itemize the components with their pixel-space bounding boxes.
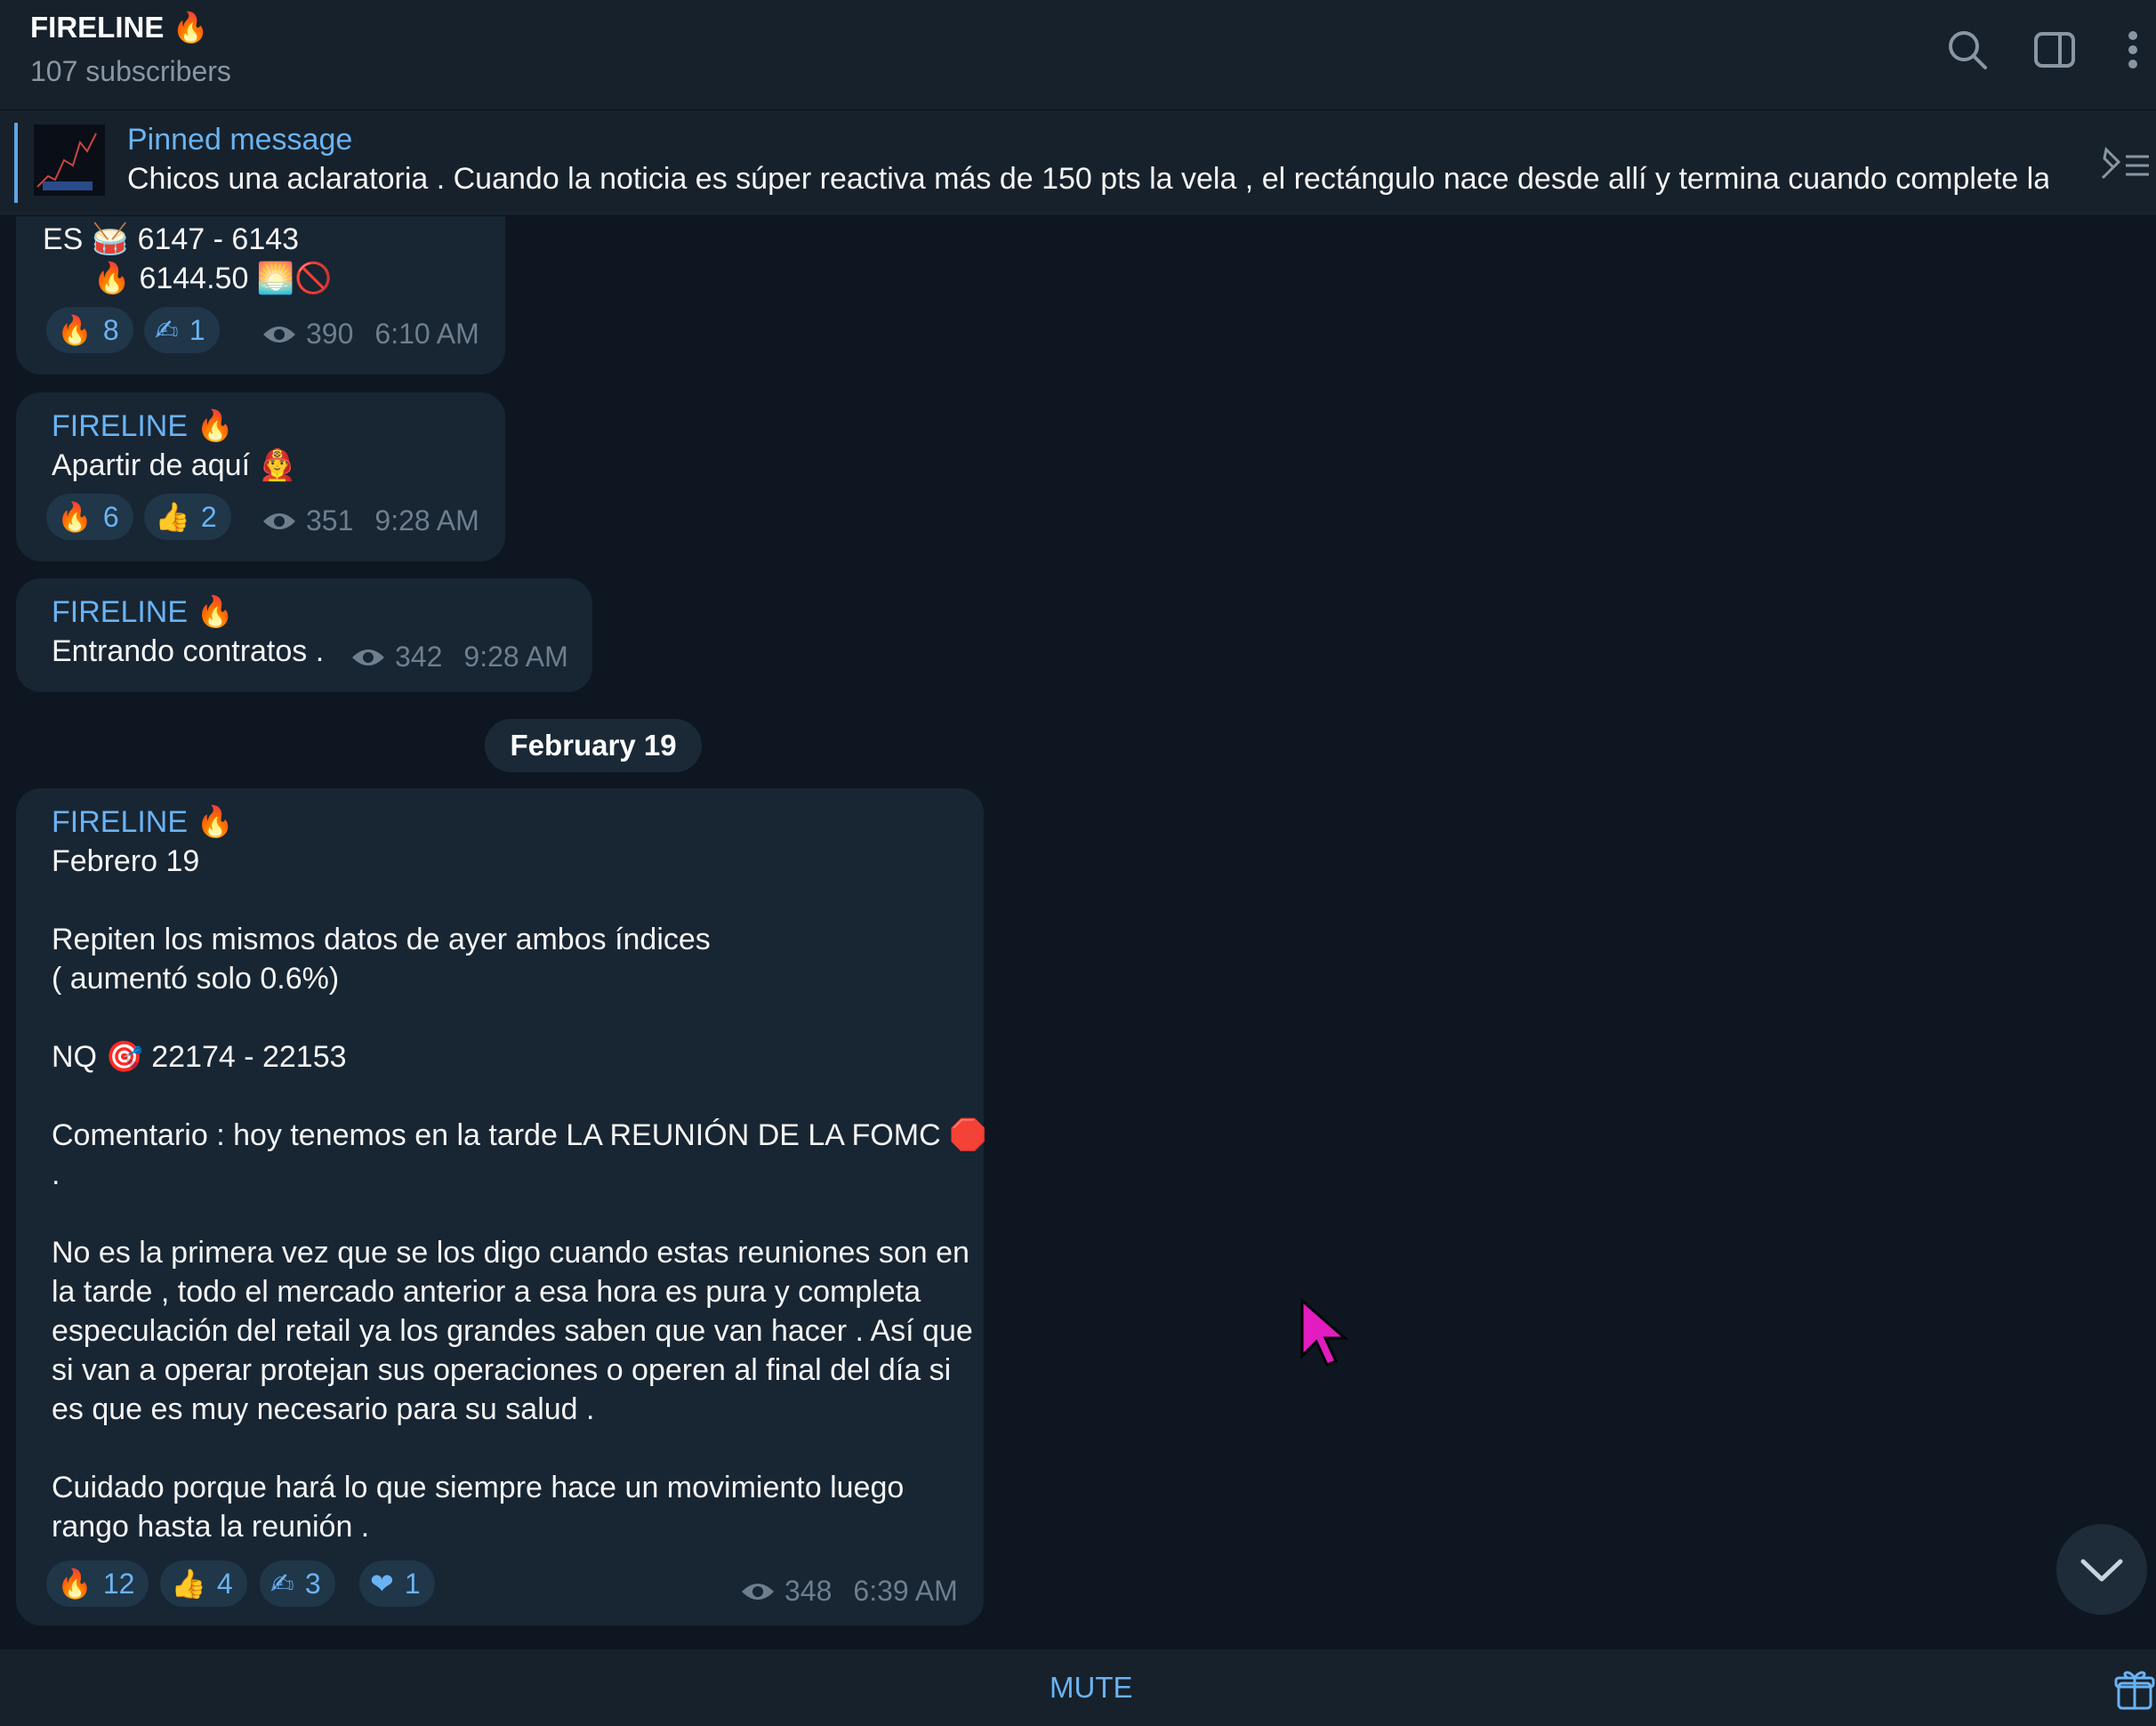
reaction-fire[interactable]: 🔥 12 [46, 1561, 149, 1607]
mute-button[interactable]: MUTE [1050, 1671, 1133, 1705]
message-text-line: especulación del retail ya los grandes s… [52, 1314, 973, 1348]
message-text-line: 🔥 6144.50 🌅🚫 [43, 262, 333, 295]
heart-emoji: ❤ [370, 1568, 394, 1600]
pinned-label: Pinned message [127, 123, 353, 157]
reaction-fire[interactable]: 🔥 6 [46, 494, 133, 540]
reaction-count: 2 [200, 500, 217, 533]
message-text-line: Cuidado porque hará lo que siempre hace … [52, 1471, 905, 1504]
message-time: 9:28 AM [463, 641, 568, 673]
message-text-line: es que es muy necesario para su salud . [52, 1392, 595, 1426]
reaction-count: 1 [189, 313, 205, 346]
message-text-line: No es la primera vez que se los digo cua… [52, 1236, 969, 1270]
reaction-thumbs-up[interactable]: 👍 4 [160, 1561, 247, 1607]
chevron-down-icon [2080, 1559, 2123, 1582]
message-bubble[interactable]: ES 🥁 6147 - 6143 🔥 6144.50 🌅🚫 🔥 8 ✍ 1 39… [16, 216, 505, 375]
reaction-count: 4 [216, 1567, 233, 1600]
reaction-count: 12 [102, 1567, 135, 1600]
message-text-line: Entrando contratos . [52, 634, 325, 668]
message-meta: 351 9:28 AM [261, 504, 479, 537]
channel-footer: MUTE [0, 1649, 2156, 1726]
chat-header[interactable]: FIRELINE 🔥 107 subscribers [0, 0, 2156, 110]
view-count: 351 [306, 504, 354, 536]
message-text-line: ES 🥁 6147 - 6143 [43, 222, 300, 256]
thumbs-up-emoji: 👍 [155, 501, 190, 533]
pinned-thumbnail [34, 125, 105, 196]
eye-icon [263, 512, 295, 529]
sidebar-toggle-icon[interactable] [2031, 27, 2078, 73]
message-text-line: Apartir de aquí 👨‍🚒 [52, 448, 296, 482]
message-text-line: Repiten los mismos datos de ayer ambos í… [52, 923, 711, 956]
message-sender[interactable]: FIRELINE 🔥 [52, 594, 234, 630]
reaction-writing-hand[interactable]: ✍ 3 [260, 1561, 335, 1607]
message-bubble[interactable]: FIRELINE 🔥 Febrero 19 Repiten los mismos… [16, 788, 987, 1625]
reaction-count: 6 [102, 500, 119, 533]
message-bubble[interactable]: FIRELINE 🔥 Entrando contratos . 342 9:28… [16, 578, 592, 692]
message-text-line: NQ 🎯 22174 - 22153 [52, 1040, 347, 1074]
message-text-line: ( aumentó solo 0.6%) [52, 962, 340, 996]
reaction-writing-hand[interactable]: ✍ 1 [144, 307, 220, 353]
message-time: 9:28 AM [374, 504, 479, 536]
reaction-count: 8 [102, 313, 119, 346]
reaction-thumbs-up[interactable]: 👍 2 [144, 494, 231, 540]
reaction-heart[interactable]: ❤ 1 [359, 1561, 435, 1607]
writing-hand-emoji: ✍ [270, 1568, 294, 1600]
eye-icon [263, 326, 295, 343]
message-time: 6:10 AM [374, 318, 479, 350]
message-meta: 348 6:39 AM [740, 1575, 958, 1608]
message-text-line: la tarde , todo el mercado anterior a es… [52, 1275, 921, 1309]
message-meta: 390 6:10 AM [261, 318, 479, 351]
message-text-line: Comentario : hoy tenemos en la tarde LA … [52, 1118, 987, 1152]
view-count: 390 [306, 318, 354, 350]
mouse-cursor-icon [1300, 1297, 1348, 1367]
more-vertical-icon[interactable] [2110, 27, 2156, 73]
message-text-line: rango hasta la reunión . [52, 1510, 370, 1544]
reaction-fire[interactable]: 🔥 8 [46, 307, 133, 353]
search-icon[interactable] [1944, 27, 1991, 73]
message-text-line: Febrero 19 [52, 844, 200, 878]
reaction-count: 1 [404, 1567, 421, 1600]
message-time: 6:39 AM [853, 1575, 958, 1607]
view-count: 348 [784, 1575, 833, 1607]
message-sender[interactable]: FIRELINE 🔥 [52, 408, 234, 444]
pinned-message-bar[interactable]: Pinned message Chicos una aclaratoria . … [0, 110, 2156, 216]
fire-emoji: 🔥 [57, 1568, 93, 1600]
message-sender[interactable]: FIRELINE 🔥 [52, 804, 234, 840]
message-meta: 342 9:28 AM [350, 641, 568, 673]
scroll-to-bottom-button[interactable] [2056, 1524, 2147, 1615]
message-text-line: si van a operar protejan sus operaciones… [52, 1353, 952, 1387]
message-bubble[interactable]: FIRELINE 🔥 Apartir de aquí 👨‍🚒 🔥 6 👍 2 3… [16, 392, 505, 561]
eye-icon [352, 649, 384, 665]
message-list[interactable]: ES 🥁 6147 - 6143 🔥 6144.50 🌅🚫 🔥 8 ✍ 1 39… [0, 216, 2156, 1649]
subscriber-count: 107 subscribers [30, 55, 231, 87]
reaction-count: 3 [304, 1567, 321, 1600]
pinned-text: Chicos una aclaratoria . Cuando la notic… [127, 162, 2048, 196]
fire-emoji: 🔥 [57, 314, 93, 346]
thumbs-up-emoji: 👍 [171, 1568, 206, 1600]
fire-emoji: 🔥 [57, 501, 93, 533]
channel-title[interactable]: FIRELINE 🔥 [30, 11, 209, 45]
pinned-list-icon[interactable] [2099, 144, 2152, 183]
view-count: 342 [395, 641, 443, 673]
eye-icon [742, 1583, 774, 1600]
writing-hand-emoji: ✍ [155, 314, 179, 346]
message-text-line: . [52, 1157, 60, 1191]
gift-icon[interactable] [2113, 1667, 2156, 1712]
date-separator: February 19 [485, 719, 702, 772]
pinned-indicator [14, 123, 18, 203]
